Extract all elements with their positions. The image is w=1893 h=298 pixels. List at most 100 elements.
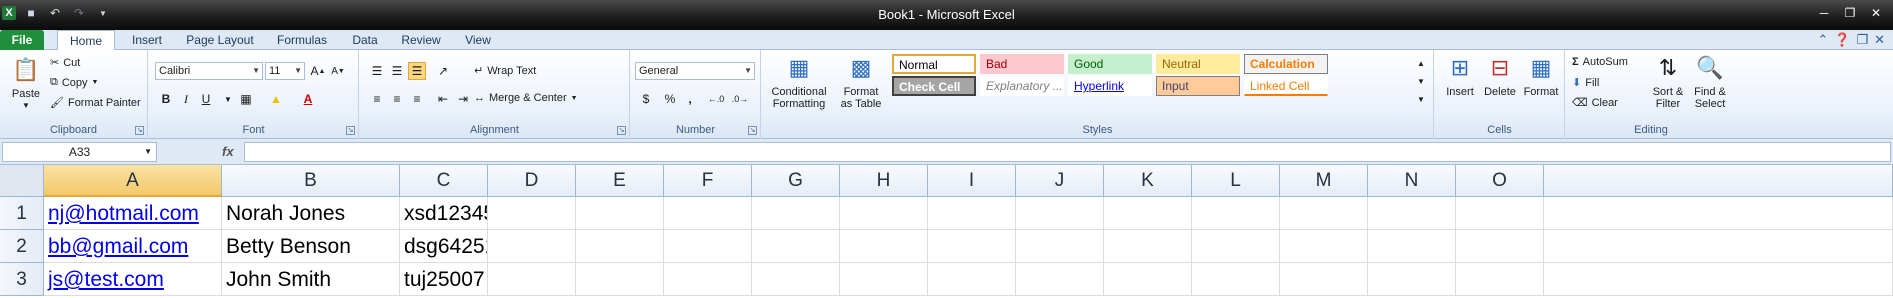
- cell-style-calculation[interactable]: Calculation: [1244, 54, 1328, 74]
- cell-m3[interactable]: [1280, 263, 1368, 296]
- column-header-e[interactable]: E: [576, 165, 664, 197]
- cell-a2[interactable]: bb@gmail.com: [44, 230, 222, 263]
- column-header-h[interactable]: H: [840, 165, 928, 197]
- tab-formulas[interactable]: Formulas: [270, 30, 334, 50]
- column-header-d[interactable]: D: [488, 165, 576, 197]
- insert-cells-button[interactable]: ⊞ Insert: [1441, 52, 1479, 99]
- percent-button[interactable]: %: [661, 90, 679, 108]
- cell-o3[interactable]: [1456, 263, 1544, 296]
- cell-i3[interactable]: [928, 263, 1016, 296]
- column-header-a[interactable]: A: [44, 165, 222, 197]
- cell-n3[interactable]: [1368, 263, 1456, 296]
- currency-button[interactable]: $: [637, 90, 655, 108]
- cell-style-linked-cell[interactable]: Linked Cell: [1244, 76, 1328, 96]
- cell-j2[interactable]: [1016, 230, 1104, 263]
- underline-button[interactable]: U: [197, 90, 215, 108]
- column-header-k[interactable]: K: [1104, 165, 1192, 197]
- tab-view[interactable]: View: [458, 30, 498, 50]
- cell-j3[interactable]: [1016, 263, 1104, 296]
- increase-decimal-icon[interactable]: ←.0: [707, 90, 725, 108]
- cell-c2[interactable]: dsg64251: [400, 230, 488, 263]
- number-launcher-icon[interactable]: ↘: [748, 126, 757, 135]
- cell-e1[interactable]: [576, 197, 664, 230]
- align-top-icon[interactable]: ☰: [368, 62, 386, 80]
- cell-g1[interactable]: [752, 197, 840, 230]
- cell-o2[interactable]: [1456, 230, 1544, 263]
- cell-i1[interactable]: [928, 197, 1016, 230]
- cell-n1[interactable]: [1368, 197, 1456, 230]
- cell-m2[interactable]: [1280, 230, 1368, 263]
- cell-style-hyperlink[interactable]: Hyperlink: [1068, 76, 1152, 96]
- formula-input[interactable]: [244, 142, 1891, 162]
- select-all-button[interactable]: [0, 165, 44, 197]
- merge-center-button[interactable]: ↔ Merge & Center ▼: [474, 92, 578, 104]
- restore-window-icon[interactable]: ❐: [1856, 32, 1868, 48]
- shrink-font-icon[interactable]: A ▼: [329, 62, 347, 80]
- decrease-decimal-icon[interactable]: .0→: [731, 90, 749, 108]
- column-header-n[interactable]: N: [1368, 165, 1456, 197]
- format-cells-button[interactable]: ▦ Format: [1521, 52, 1561, 99]
- cell-c3[interactable]: tuj25007: [400, 263, 488, 296]
- column-header-g[interactable]: G: [752, 165, 840, 197]
- tab-home[interactable]: Home: [57, 30, 115, 51]
- cell-o1[interactable]: [1456, 197, 1544, 230]
- delete-cells-button[interactable]: ⊟ Delete: [1481, 52, 1519, 99]
- column-header-f[interactable]: F: [664, 165, 752, 197]
- borders-icon[interactable]: ▦: [237, 90, 255, 108]
- cell-style-neutral[interactable]: Neutral: [1156, 54, 1240, 74]
- tab-review[interactable]: Review: [396, 30, 446, 50]
- underline-dropdown-icon[interactable]: ▼: [219, 90, 237, 108]
- minimize-icon[interactable]: ─: [1813, 4, 1835, 22]
- tab-page-layout[interactable]: Page Layout: [182, 30, 258, 50]
- cell-b3[interactable]: John Smith: [222, 263, 400, 296]
- align-bottom-icon[interactable]: ☰: [408, 62, 426, 80]
- cell-n2[interactable]: [1368, 230, 1456, 263]
- column-header-i[interactable]: I: [928, 165, 1016, 197]
- row-header-3[interactable]: 3: [0, 263, 44, 296]
- cell-m1[interactable]: [1280, 197, 1368, 230]
- fill-color-icon[interactable]: ▲: [267, 90, 285, 108]
- cell-h2[interactable]: [840, 230, 928, 263]
- column-header-o[interactable]: O: [1456, 165, 1544, 197]
- bold-button[interactable]: B: [157, 90, 175, 108]
- gallery-down-icon[interactable]: ▼: [1412, 72, 1430, 90]
- cell-a1[interactable]: nj@hotmail.com: [44, 197, 222, 230]
- align-right-icon[interactable]: ≡: [408, 90, 426, 108]
- find-select-button[interactable]: 🔍 Find & Select: [1690, 52, 1730, 111]
- grow-font-icon[interactable]: A ▲: [309, 62, 327, 80]
- font-launcher-icon[interactable]: ↘: [346, 126, 355, 135]
- alignment-launcher-icon[interactable]: ↘: [617, 126, 626, 135]
- cell-a3[interactable]: js@test.com: [44, 263, 222, 296]
- row-header-2[interactable]: 2: [0, 230, 44, 263]
- gallery-up-icon[interactable]: ▲: [1412, 54, 1430, 72]
- cell-h1[interactable]: [840, 197, 928, 230]
- font-size-combo[interactable]: 11 ▼: [265, 62, 305, 80]
- cell-g3[interactable]: [752, 263, 840, 296]
- cell-e2[interactable]: [576, 230, 664, 263]
- number-format-combo[interactable]: General ▼: [635, 62, 755, 80]
- cell-c1[interactable]: xsd12345: [400, 197, 488, 230]
- cell-f2[interactable]: [664, 230, 752, 263]
- cell-j1[interactable]: [1016, 197, 1104, 230]
- cell-h3[interactable]: [840, 263, 928, 296]
- tab-insert[interactable]: Insert: [124, 30, 170, 50]
- conditional-formatting-button[interactable]: ▦ Conditional Formatting: [766, 52, 832, 111]
- restore-icon[interactable]: ❐: [1839, 4, 1861, 22]
- cell-k1[interactable]: [1104, 197, 1192, 230]
- cell-l3[interactable]: [1192, 263, 1280, 296]
- row-header-1[interactable]: 1: [0, 197, 44, 230]
- italic-button[interactable]: I: [177, 90, 195, 108]
- cell-style-bad[interactable]: Bad: [980, 54, 1064, 74]
- tab-file[interactable]: File: [0, 30, 44, 50]
- cell-style-good[interactable]: Good: [1068, 54, 1152, 74]
- minimize-ribbon-icon[interactable]: ⌃: [1817, 32, 1828, 48]
- align-middle-icon[interactable]: ☰: [388, 62, 406, 80]
- cell-k2[interactable]: [1104, 230, 1192, 263]
- cell-d3[interactable]: [488, 263, 576, 296]
- orientation-icon[interactable]: ↗: [434, 62, 452, 80]
- clipboard-launcher-icon[interactable]: ↘: [135, 126, 144, 135]
- sort-filter-button[interactable]: ⇅ Sort & Filter: [1648, 52, 1688, 111]
- column-header-c[interactable]: C: [400, 165, 488, 197]
- help-icon[interactable]: ❓: [1834, 32, 1850, 48]
- font-family-combo[interactable]: Calibri ▼: [155, 62, 263, 80]
